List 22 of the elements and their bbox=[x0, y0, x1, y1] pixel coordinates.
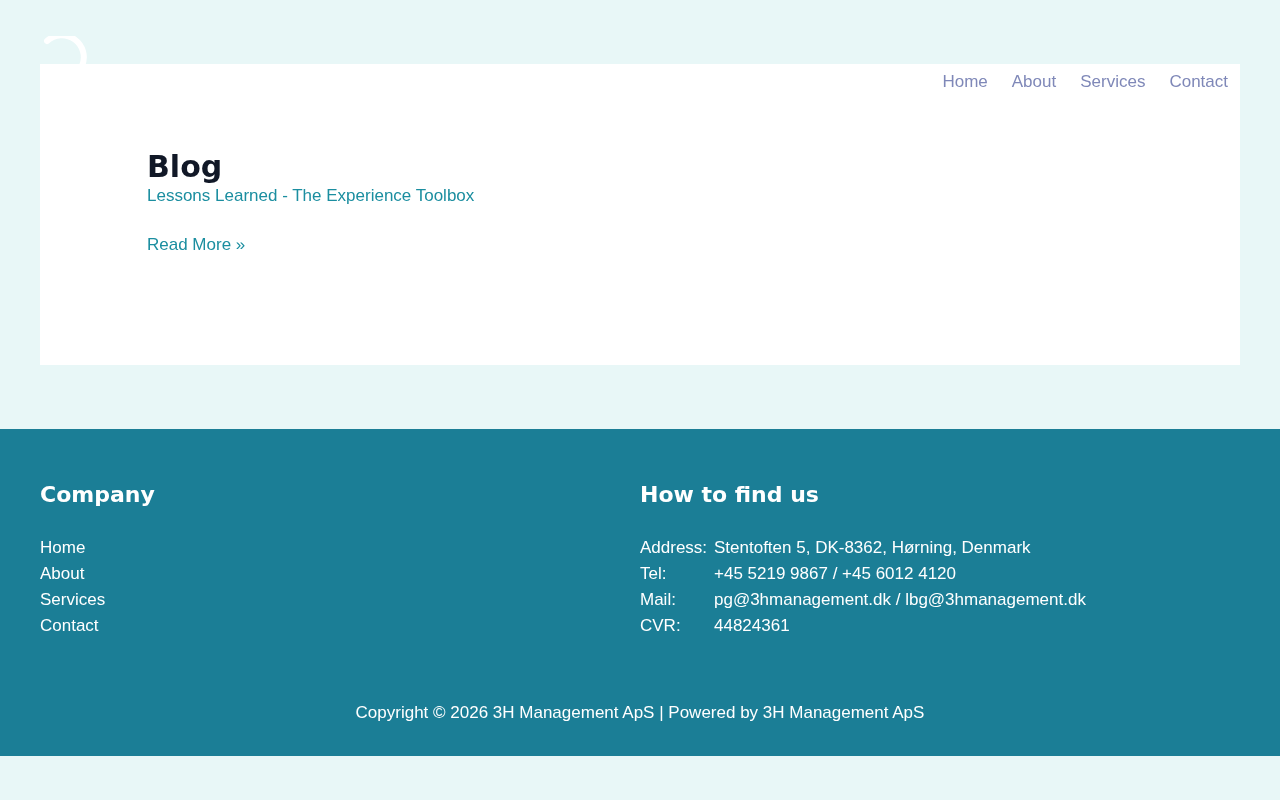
contact-label: Mail: bbox=[640, 589, 677, 611]
contact-value: +45 5219 9867 / +45 6012 4120 bbox=[714, 563, 956, 585]
contact-value: Stentoften 5, DK-8362, Hørning, Denmark bbox=[714, 537, 1031, 559]
footer-link[interactable]: Contact bbox=[40, 613, 99, 639]
contact-label: Tel: bbox=[640, 563, 668, 585]
copyright-text: Copyright © 2026 3H Management ApS | Powered by 3H Management ApS bbox=[354, 702, 926, 724]
post-title-link[interactable]: Lessons Learned - The Experience Toolbox bbox=[147, 184, 475, 208]
footer-link[interactable]: About bbox=[40, 561, 85, 587]
footer-link[interactable]: Home bbox=[40, 535, 86, 561]
nav-link[interactable]: About bbox=[999, 70, 1069, 94]
nav-link[interactable]: Contact bbox=[1157, 70, 1240, 94]
footer-heading: Company bbox=[40, 481, 155, 509]
footer-link[interactable]: Services bbox=[40, 587, 106, 613]
footer-heading: How to find us bbox=[640, 481, 819, 509]
contact-label: Address: bbox=[640, 537, 709, 559]
nav-link[interactable]: Services bbox=[1068, 70, 1158, 94]
read-more-link[interactable]: Read More » bbox=[147, 233, 246, 257]
page-title: Blog bbox=[147, 148, 223, 186]
nav-link[interactable]: Home bbox=[930, 70, 1000, 94]
contact-value: 44824361 bbox=[714, 615, 790, 637]
contact-value: pg@3hmanagement.dk / lbg@3hmanagement.dk bbox=[714, 589, 1086, 611]
contact-label: CVR: bbox=[640, 615, 682, 637]
